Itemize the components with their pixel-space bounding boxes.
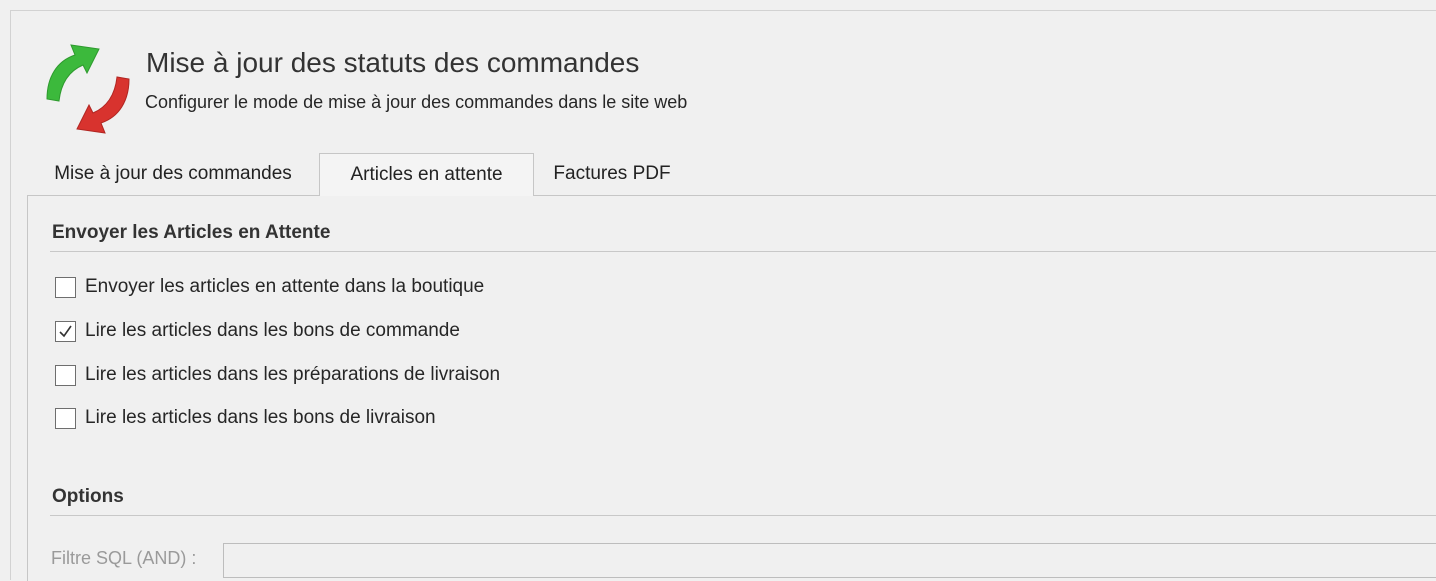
checkbox-read-delivery-notes[interactable] bbox=[55, 407, 76, 429]
option-read-delivery-notes[interactable]: Lire les articles dans les bons de livra… bbox=[55, 405, 436, 431]
pending-section-title: Envoyer les Articles en Attente bbox=[52, 222, 331, 243]
order-status-settings-window: Mise à jour des statuts des commandes Co… bbox=[10, 10, 1436, 581]
sql-filter-input[interactable] bbox=[223, 543, 1436, 578]
sync-arrows-icon bbox=[43, 41, 133, 137]
pending-items-panel: Envoyer les Articles en Attente Envoyer … bbox=[27, 195, 1436, 581]
option-label: Envoyer les articles en attente dans la … bbox=[85, 276, 485, 297]
tab-pdf-invoices[interactable]: Factures PDF bbox=[534, 153, 690, 195]
tab-order-update[interactable]: Mise à jour des commandes bbox=[27, 153, 319, 195]
page-title: Mise à jour des statuts des commandes bbox=[146, 47, 640, 78]
option-read-purchase-orders[interactable]: Lire les articles dans les bons de comma… bbox=[55, 318, 460, 344]
tab-pending-items[interactable]: Articles en attente bbox=[319, 153, 534, 196]
section-divider bbox=[50, 251, 1436, 252]
checkbox-read-purchase-orders[interactable] bbox=[55, 320, 76, 342]
option-label: Lire les articles dans les bons de comma… bbox=[85, 320, 460, 341]
checkmark-icon bbox=[59, 325, 72, 337]
option-label: Lire les articles dans les préparations … bbox=[85, 364, 501, 385]
options-section-title: Options bbox=[52, 486, 124, 507]
page-subtitle: Configurer le mode de mise à jour des co… bbox=[145, 92, 688, 112]
option-label: Lire les articles dans les bons de livra… bbox=[85, 407, 436, 428]
sql-filter-label: Filtre SQL (AND) : bbox=[51, 548, 197, 568]
checkbox-send-pending-items[interactable] bbox=[55, 276, 76, 298]
section-divider bbox=[50, 515, 1436, 516]
checkbox-read-delivery-preparations[interactable] bbox=[55, 364, 76, 386]
option-send-pending-items[interactable]: Envoyer les articles en attente dans la … bbox=[55, 274, 484, 300]
option-read-delivery-preparations[interactable]: Lire les articles dans les préparations … bbox=[55, 362, 500, 388]
